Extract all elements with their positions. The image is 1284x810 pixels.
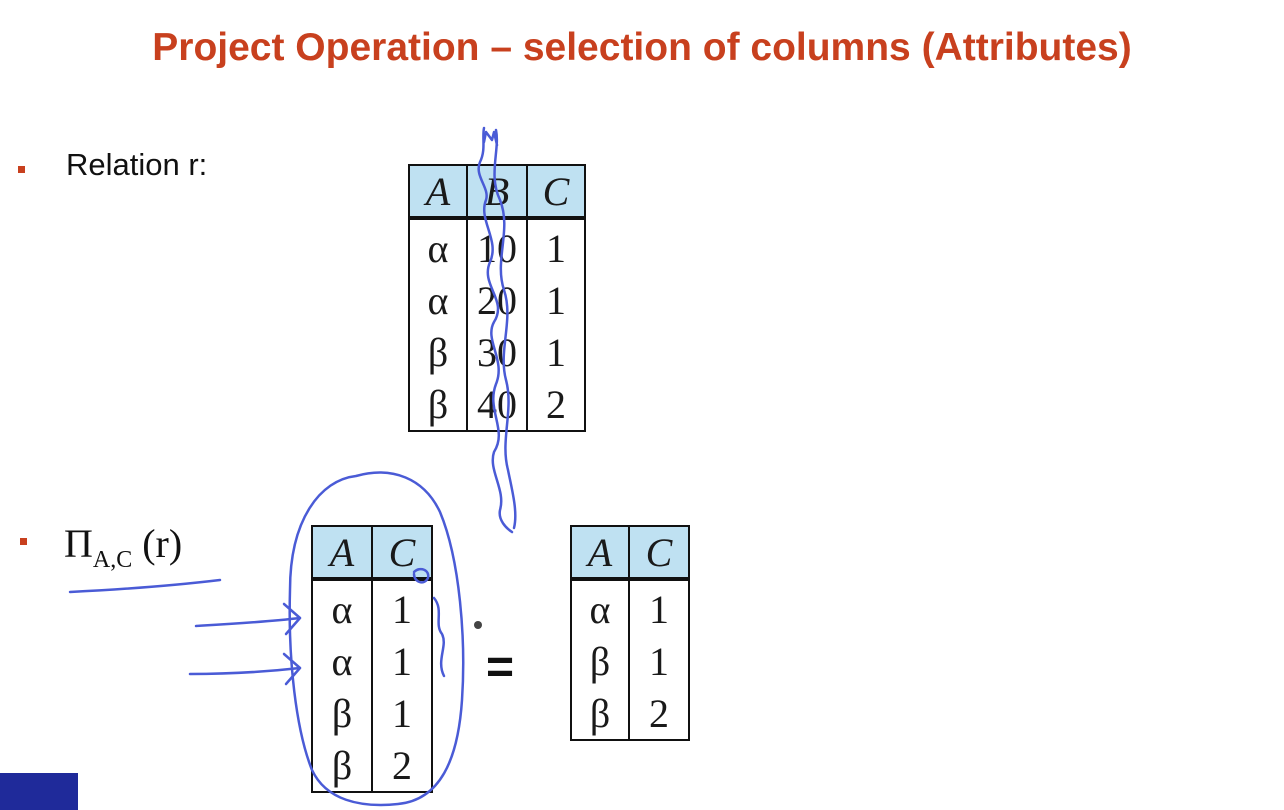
arrow-to-row-1 (194, 616, 302, 628)
pen-letter (482, 130, 499, 147)
pen-cursor-dot (474, 621, 482, 629)
underline-stroke (68, 578, 222, 594)
header-c-mark (412, 567, 430, 584)
presenter-corner-box (0, 773, 78, 810)
circle-around-table (288, 471, 465, 807)
duplicate-bracket (432, 596, 446, 678)
arrow-to-row-2 (188, 666, 302, 676)
strike-through-column-b-return (493, 128, 517, 530)
pen-annotation-layer (68, 126, 517, 807)
